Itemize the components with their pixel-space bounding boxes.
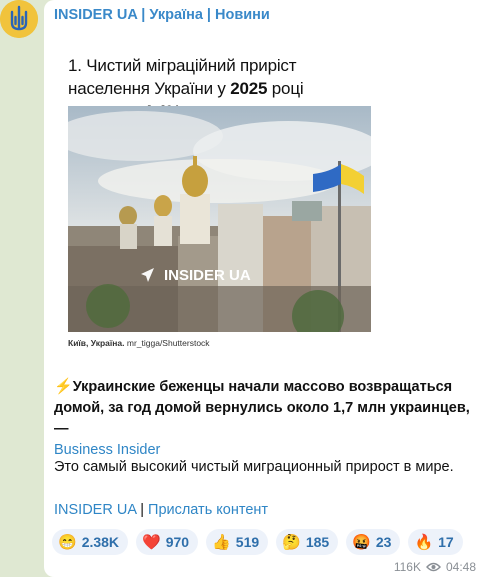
footer-links: INSIDER UA | Прислать контент [54,502,268,518]
post-card: 1. Чистий міграційний приріст населення … [54,42,384,357]
reaction-count: 970 [165,534,190,550]
message-bubble: INSIDER UA | Україна | Новини 1. Чистий … [44,0,488,577]
reaction-fire[interactable]: 🔥 17 [408,529,463,555]
channel-name[interactable]: INSIDER UA | Україна | Новини [54,7,270,23]
reaction-heart[interactable]: ❤️ 970 [136,529,199,555]
reaction-count: 2.38K [81,534,120,550]
message-meta: 116K 04:48 [394,560,476,574]
source-link[interactable]: Business Insider [54,442,160,458]
footer-separator: | [136,502,149,518]
channel-avatar[interactable] [0,0,38,38]
message-paragraph: Это самый высокий чистый миграционный пр… [54,459,454,475]
reaction-angry[interactable]: 🤬 23 [346,529,401,555]
thinking-icon: 🤔 [282,533,301,551]
reaction-count: 17 [438,534,454,550]
view-count: 116K [393,560,421,574]
reaction-count: 23 [375,534,392,550]
reactions-bar: 😁 2.38K ❤️ 970 👍 519 🤔 185 🤬 23 🔥 17 [52,529,463,555]
heart-icon: ❤️ [142,533,161,551]
trident-icon [0,0,38,38]
kyiv-photo[interactable]: INSIDER UA [68,106,371,332]
message-time: 04:48 [445,560,476,574]
grin-icon: 😁 [58,533,77,551]
reaction-grin[interactable]: 😁 2.38K [52,529,129,555]
photo-caption: Київ, Україна. mr_tigga/Shutterstock [68,338,210,348]
eye-icon [426,562,441,572]
fire-icon: 🔥 [414,533,434,551]
reaction-count: 519 [235,534,260,550]
lightning-icon: ⚡ [54,378,73,395]
card-title-year: 2025 [230,79,268,98]
reaction-thinking[interactable]: 🤔 185 [276,529,339,555]
reaction-thumbs-up[interactable]: 👍 519 [206,529,269,555]
reaction-count: 185 [305,534,330,550]
photo-watermark: INSIDER UA [164,267,251,284]
message-headline: Украинские беженцы начали массово возвра… [54,379,470,437]
submit-content-link[interactable]: Прислать контент [148,502,268,518]
thumbs-up-icon: 👍 [212,533,231,551]
channel-link[interactable]: INSIDER UA [54,502,136,518]
message-text: ⚡Украинские беженцы начали массово возвр… [54,377,474,461]
angry-icon: 🤬 [352,533,371,551]
